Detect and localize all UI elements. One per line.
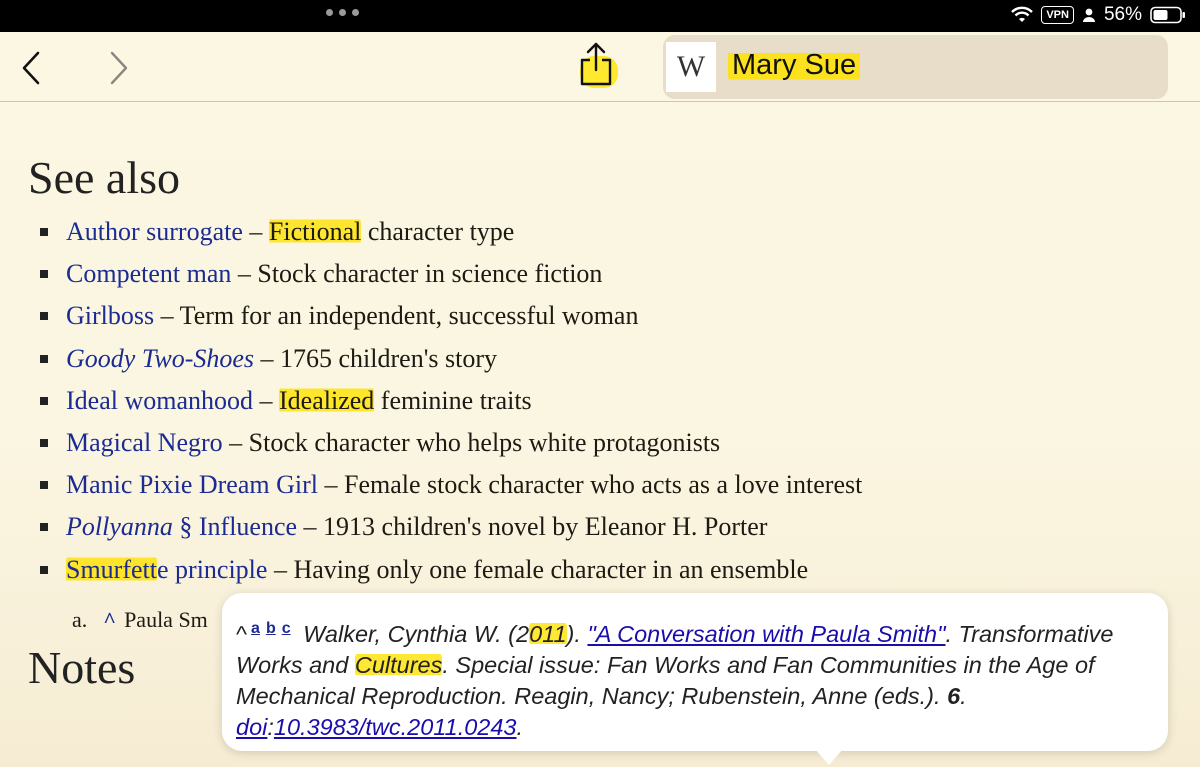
person-icon [1082,8,1095,22]
item-description: 1765 children's story [280,343,498,373]
doi-value-link[interactable]: 10.3983/twc.2011.0243 [274,714,517,740]
backlink-c[interactable]: c [282,620,291,637]
note-label: a. [72,607,88,632]
note-backlink-caret[interactable]: ^ [103,607,116,632]
link-girlboss[interactable]: Girlboss [66,301,154,330]
ref-volume: 6 [947,683,961,709]
reference-text: ^ a b c Walker, Cynthia W. (2011). "A Conve… [236,613,1150,743]
see-also-list: Author surrogate – Fictional character t… [40,211,862,591]
item-description: feminine traits [374,385,532,415]
doi-link[interactable]: doi [236,714,267,740]
link-ideal-womanhood[interactable]: Ideal womanhood [66,386,253,415]
battery-icon [1150,6,1185,24]
highlighted-text: Fictional [268,217,362,246]
ref-journal-highlight: Cultures [354,652,443,678]
item-description: Stock character in science fiction [257,259,603,289]
ref-title-link[interactable]: "A Conversation with Paula Smith" [587,621,945,647]
item-description: character type [361,217,515,246]
separator: – [154,301,180,331]
vpn-badge: VPN [1041,6,1074,24]
status-bar: VPN 56% [0,0,1200,32]
back-button[interactable] [14,48,48,88]
battery-percentage: 56% [1103,4,1142,25]
link-magical-negro[interactable]: Magical Negro [66,428,223,457]
wifi-icon [1011,6,1034,22]
highlighted-text: Idealized [279,385,375,415]
browser-toolbar: W Mary Sue [0,32,1200,102]
reference-popover: ^ a b c Walker, Cynthia W. (2011). "A Conve… [222,593,1168,751]
page-title: Mary Sue [728,49,861,82]
separator: – [231,259,258,289]
backlink-b[interactable]: b [266,620,276,637]
note-a: a. ^ Paula Sm [72,607,208,633]
backlink-a[interactable]: a [251,620,260,637]
list-item: Goody Two-Shoes – 1765 children's story [40,338,862,380]
note-text: Paula Sm [124,607,208,632]
separator: – [297,512,324,542]
list-item: Author surrogate – Fictional character t… [40,211,862,253]
separator: – [253,385,280,415]
link-competent-man[interactable]: Competent man [66,259,231,288]
share-button[interactable] [572,38,620,92]
link-smurfette-highlighted[interactable]: Smurfett [66,554,157,584]
status-indicators: VPN 56% [1011,4,1186,26]
separator: – [222,427,249,457]
forward-button[interactable] [102,48,136,88]
separator: – [318,470,344,500]
wikipedia-icon: W [666,42,716,92]
list-item: Competent man – Stock character in scien… [40,253,862,295]
chevron-left-icon [22,51,40,85]
ref-end: . [516,714,524,740]
link-goody-two-shoes[interactable]: Goody Two-Shoes [66,344,254,373]
ref-after-year: ). [566,621,588,647]
ref-dot: . [960,683,967,709]
item-description: Term for an independent, successful woma… [179,301,639,331]
chevron-right-icon [110,51,128,85]
share-icon [580,42,612,86]
multitasking-dots-icon[interactable] [326,9,359,16]
item-description: Stock character who helps white protagon… [248,427,721,457]
separator: – [242,217,269,246]
list-item: Magical Negro – Stock character who help… [40,422,862,464]
popover-tail [815,749,843,765]
item-description: Having only one female character in an e… [293,554,809,584]
separator: – [267,554,294,584]
see-also-heading: See also [28,152,181,203]
link-manic-pixie-dream-girl[interactable]: Manic Pixie Dream Girl [66,470,318,499]
ref-author: Walker, Cynthia W. (2 [296,621,530,647]
item-description: 1913 children's novel by Eleanor H. Port… [323,512,768,542]
list-item: Manic Pixie Dream Girl – Female stock ch… [40,464,862,506]
ref-year-highlight: 011 [529,621,567,647]
list-item: Ideal womanhood – Idealized feminine tra… [40,380,862,422]
notes-heading: Notes [28,642,136,693]
list-item: Girlboss – Term for an independent, succ… [40,295,862,337]
item-description: Female stock character who acts as a lov… [344,470,863,500]
address-bar[interactable]: W Mary Sue [663,35,1168,99]
list-item: Pollyanna § Influence – 1913 children's … [40,506,862,548]
link-pollyanna-influence[interactable]: § Influence [173,512,297,541]
link-smurfette-principle[interactable]: e principle [157,555,267,584]
ref-caret: ^ [236,621,248,647]
link-pollyanna[interactable]: Pollyanna [66,512,173,541]
link-author-surrogate[interactable]: Author surrogate [66,217,243,246]
separator: – [254,343,281,373]
list-item: Smurfette principle – Having only one fe… [40,549,862,591]
